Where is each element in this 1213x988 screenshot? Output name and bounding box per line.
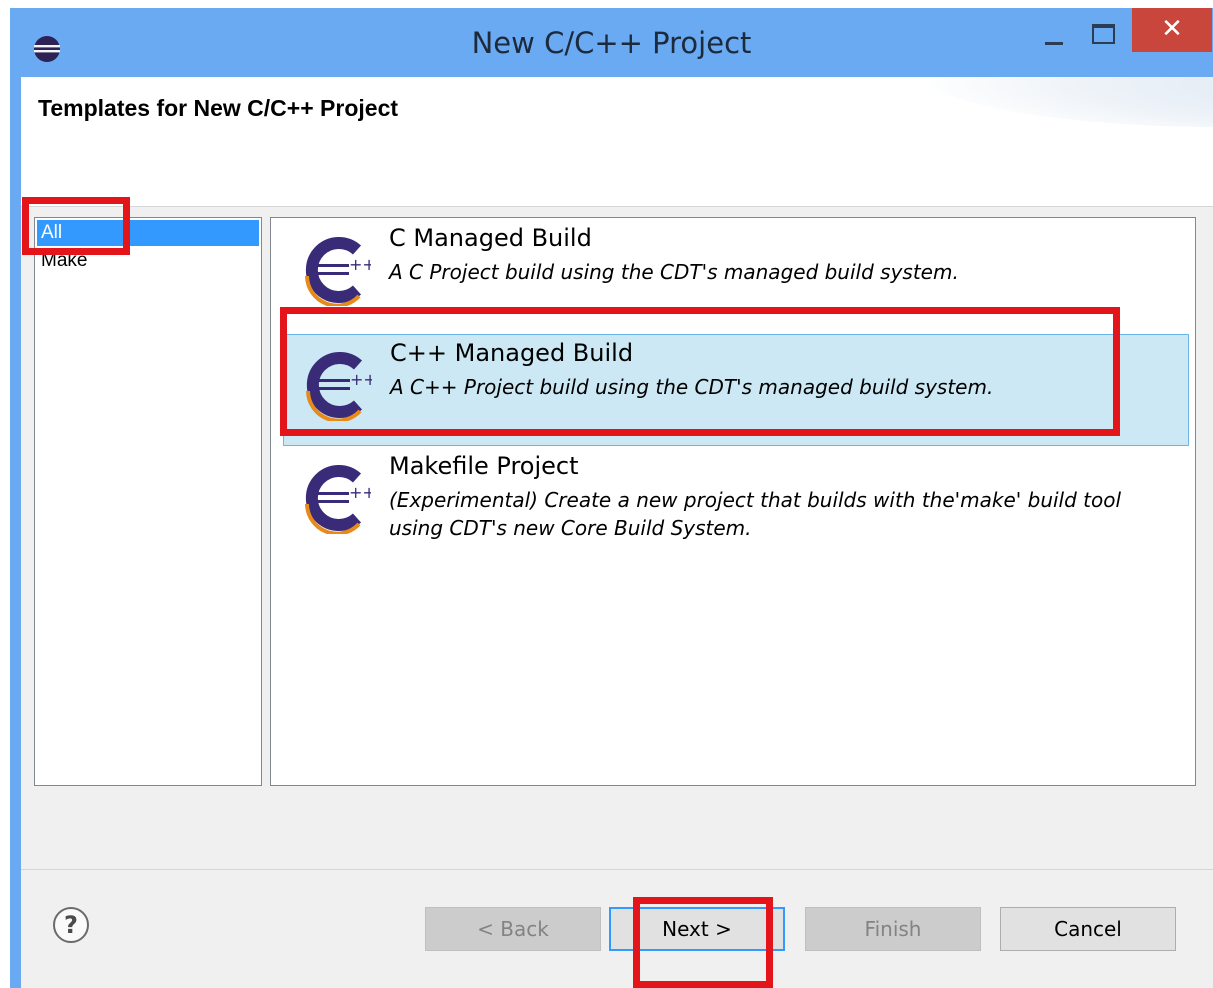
template-name: C++ Managed Build: [390, 339, 634, 367]
title-bar[interactable]: New C/C++ Project ✕: [10, 8, 1213, 78]
category-item-all[interactable]: All: [37, 220, 259, 246]
maximize-icon: [1092, 24, 1115, 44]
back-button[interactable]: < Back: [425, 907, 601, 951]
minimize-button[interactable]: [1032, 16, 1076, 50]
close-icon: ✕: [1161, 14, 1183, 44]
footer-divider: [21, 869, 1213, 870]
category-label: All: [41, 222, 63, 243]
finish-button[interactable]: Finish: [805, 907, 981, 951]
minimize-icon: [1045, 42, 1063, 45]
template-name: Makefile Project: [389, 452, 579, 480]
close-button[interactable]: ✕: [1132, 8, 1212, 52]
category-label: Make: [41, 250, 88, 271]
background-strip: [0, 0, 1213, 8]
wizard-header: Templates for New C/C++ Project: [21, 77, 1213, 207]
template-description: (Experimental) Create a new project that…: [389, 488, 1122, 540]
cdt-icon: ++: [306, 352, 372, 421]
template-item-makefile-project[interactable]: ++ Makefile Project (Experimental) Creat…: [283, 448, 1189, 560]
next-button[interactable]: Next >: [609, 907, 785, 951]
cdt-icon: ++: [305, 237, 371, 306]
template-name: C Managed Build: [389, 224, 592, 252]
template-list[interactable]: ++ C Managed Build A C Project build usi…: [270, 217, 1196, 786]
template-item-cpp-managed-build[interactable]: ++ C++ Managed Build A C++ Project build…: [283, 334, 1189, 446]
header-banner-graphic: [921, 77, 1213, 127]
maximize-button[interactable]: [1082, 16, 1126, 50]
help-icon[interactable]: ?: [53, 907, 89, 943]
svg-text:++: ++: [349, 255, 371, 274]
svg-text:++: ++: [349, 483, 371, 502]
cdt-icon: ++: [305, 465, 371, 534]
svg-text:++: ++: [350, 370, 372, 389]
page-title: Templates for New C/C++ Project: [38, 95, 399, 121]
template-description: A C++ Project build using the CDT's mana…: [390, 375, 994, 399]
template-item-c-managed-build[interactable]: ++ C Managed Build A C Project build usi…: [283, 220, 1189, 332]
category-list[interactable]: All Make: [34, 217, 262, 786]
dialog-body: Templates for New C/C++ Project All Make…: [21, 77, 1213, 988]
cancel-button[interactable]: Cancel: [1000, 907, 1176, 951]
category-item-make[interactable]: Make: [37, 248, 87, 274]
dialog-window: New C/C++ Project ✕ Templates for New C/…: [10, 8, 1213, 988]
template-description: A C Project build using the CDT's manage…: [389, 260, 959, 284]
